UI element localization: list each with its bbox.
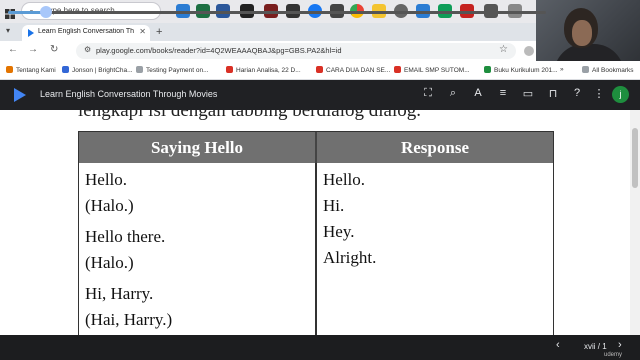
bookmarks-bar: Tentang Kami Jonson | BrightCha... Testi… (0, 61, 640, 80)
bookmark-favicon-icon (6, 66, 13, 73)
greeting-table: Saying Hello Response Hello. (Halo.) Hel… (78, 131, 554, 335)
tab-search-icon[interactable]: ▾ (6, 26, 10, 35)
address-bar[interactable]: ⚙ play.google.com/books/reader?id=4Q2WEA… (76, 43, 516, 59)
url-text: play.google.com/books/reader?id=4Q2WEAAA… (96, 46, 342, 55)
play-books-logo-icon[interactable] (14, 88, 26, 102)
browser-tab-strip: ▾ Learn English Conversation Thr ✕ + (0, 23, 536, 41)
search-icon[interactable]: ⌕ (446, 87, 460, 100)
account-avatar[interactable]: j (612, 86, 629, 103)
book-page: lengkapi isi dengan tabbing berdialog di… (0, 110, 640, 335)
site-info-icon[interactable]: ⚙ (84, 45, 91, 54)
play-books-favicon-icon (28, 29, 34, 37)
table-cell: Hello. (85, 170, 128, 189)
table-cell: Hi, Harry. (85, 284, 154, 303)
help-icon[interactable]: ? (570, 87, 584, 99)
book-title: Learn English Conversation Through Movie… (40, 89, 218, 99)
reload-icon[interactable]: ↻ (50, 44, 58, 55)
all-bookmarks-button[interactable]: All Bookmarks (582, 66, 634, 74)
bookmarks-overflow-icon[interactable]: » (560, 66, 564, 73)
bookmark-item[interactable]: Testing Payment on... (136, 66, 209, 74)
bookmark-item[interactable]: Buku Kurikulum 201... (484, 66, 558, 74)
bookmark-favicon-icon (394, 66, 401, 73)
fullscreen-icon[interactable]: ⛶ (421, 87, 435, 100)
bookmark-favicon-icon (316, 66, 323, 73)
table-cell: (Halo.) (85, 196, 134, 215)
close-tab-icon[interactable]: ✕ (139, 27, 146, 36)
bookmark-item[interactable]: Tentang Kami (6, 66, 56, 74)
udemy-watermark: udemy (604, 352, 623, 358)
table-cell: Hello. (323, 170, 366, 189)
bookmark-favicon-icon (136, 66, 143, 73)
reader-header: Learn English Conversation Through Movie… (0, 80, 640, 110)
table-header-saying-hello: Saying Hello (79, 132, 317, 163)
bookmark-favicon-icon (484, 66, 491, 73)
previous-page-icon[interactable]: ‹ (556, 339, 560, 351)
display-options-icon[interactable]: A (471, 87, 485, 99)
tab-title: Learn English Conversation Thr (38, 28, 134, 35)
forward-icon[interactable]: → (28, 44, 38, 55)
table-cell: Hey. (323, 222, 355, 241)
browser-toolbar: ← → ↻ ⚙ play.google.com/books/reader?id=… (0, 41, 536, 61)
bookmark-icon[interactable]: ⊓ (546, 87, 560, 100)
bookmark-favicon-icon (226, 66, 233, 73)
page-text-line: lengkapi isi dengan tabbing berdialog di… (78, 110, 421, 121)
back-icon[interactable]: ← (8, 44, 18, 55)
bookmark-item[interactable]: CARA DUA DAN SE... (316, 66, 390, 74)
bookmark-item[interactable]: Harian Analisa, 22 D... (226, 66, 301, 74)
more-options-icon[interactable]: ⋮ (592, 87, 606, 100)
profile-icon[interactable] (524, 46, 534, 56)
notes-icon[interactable]: ≡ (496, 87, 510, 99)
bookmark-item[interactable]: Jonson | BrightCha... (62, 66, 133, 74)
new-tab-icon[interactable]: + (156, 26, 162, 38)
table-cell: Hello there. (85, 227, 166, 246)
toc-panel-icon[interactable]: ▭ (521, 87, 535, 100)
column-divider (315, 163, 317, 335)
table-cell: (Hai, Harry.) (85, 310, 173, 329)
table-cell: (Halo.) (85, 253, 134, 272)
video-player-bar (0, 335, 640, 360)
table-cell: Hi. (323, 196, 345, 215)
table-cell: Alright. (323, 248, 377, 267)
bookmark-favicon-icon (62, 66, 69, 73)
browser-tab-active[interactable]: Learn English Conversation Thr ✕ (22, 25, 150, 41)
presenter-face (572, 20, 592, 46)
video-progress-handle[interactable] (39, 6, 52, 18)
scrollbar-thumb[interactable] (632, 128, 638, 188)
folder-icon (582, 66, 589, 73)
bookmark-star-icon[interactable]: ☆ (499, 44, 508, 55)
video-progress-track[interactable] (8, 11, 546, 14)
next-page-icon[interactable]: › (618, 339, 622, 351)
bookmark-item[interactable]: EMAIL SMP SUTOM... (394, 66, 470, 74)
table-header-response: Response (317, 132, 553, 163)
page-indicator: xvii / 1 (584, 342, 607, 351)
